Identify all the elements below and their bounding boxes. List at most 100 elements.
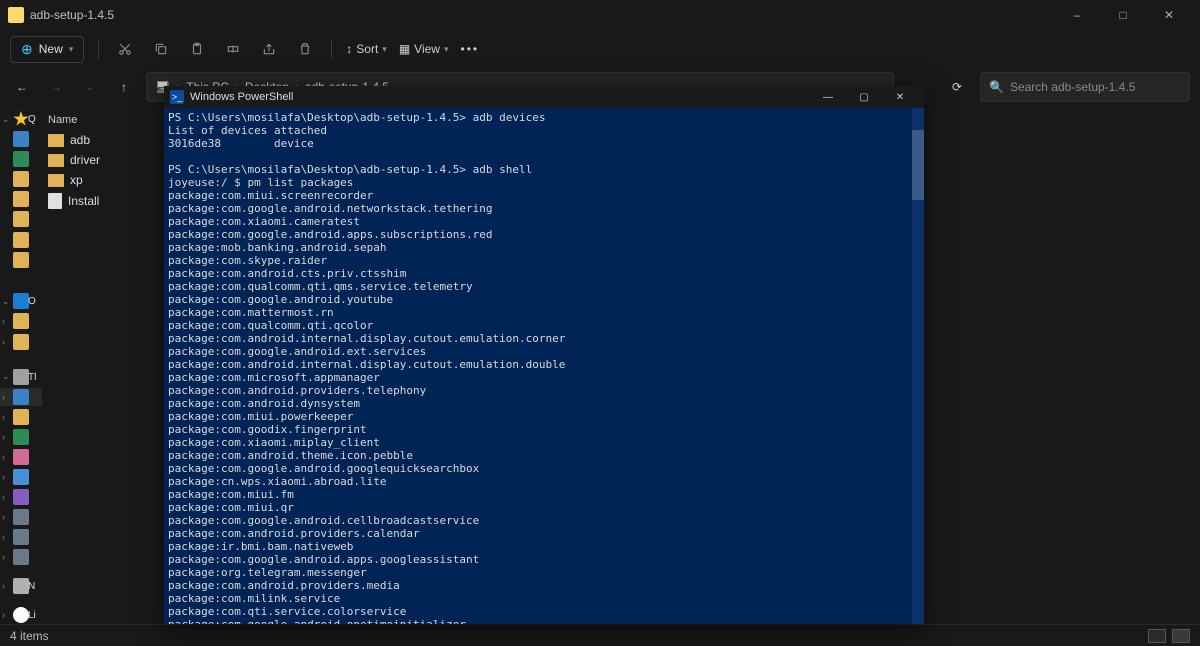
forward-button[interactable]: → [44,75,68,99]
share-button[interactable] [257,37,281,61]
minimize-button[interactable]: – [1054,0,1100,30]
ps-close-button[interactable]: ✕ [882,86,918,108]
terminal-text: PS C:\Users\mosilafa\Desktop\adb-setup-1… [168,111,920,624]
sidebar-item[interactable]: › [0,468,42,486]
refresh-button[interactable]: ⟳ [942,72,972,102]
view-icon: ▦ [399,42,410,56]
view-button[interactable]: ▦ View ▾ [399,42,449,56]
terminal-output[interactable]: PS C:\Users\mosilafa\Desktop\adb-setup-1… [164,108,924,624]
chevron-down-icon: ⌄ [2,371,10,382]
sidebar-item-drive[interactable]: › [0,528,42,546]
folder-icon [13,171,29,187]
divider [98,39,99,59]
close-button[interactable]: ✕ [1146,0,1192,30]
onedrive-section[interactable]: ⌄O [0,292,42,310]
rename-button[interactable] [221,37,245,61]
window-titlebar: adb-setup-1.4.5 – □ ✕ [0,0,1200,30]
cloud-icon [13,293,29,309]
chevron-right-icon: › [2,532,5,542]
chevron-right-icon: › [2,432,5,442]
back-button[interactable]: ← [10,75,34,99]
chevron-right-icon: › [2,316,5,326]
sidebar-item-folder[interactable]: › [0,333,42,351]
folder-icon [13,313,29,329]
item-count: 4 items [10,629,49,643]
drive-icon [13,509,29,525]
folder-icon [13,191,29,207]
sidebar-item[interactable]: › [0,388,42,406]
sidebar-item-folder[interactable] [0,170,42,188]
powershell-window: >_ Windows PowerShell — ▢ ✕ PS C:\Users\… [164,86,924,624]
quick-access[interactable]: ⌄Q [0,110,42,128]
sidebar-item[interactable]: › [0,448,42,466]
chevron-down-icon: ⌄ [2,114,10,125]
copy-button[interactable] [149,37,173,61]
new-button[interactable]: ⊕ New ▾ [10,36,84,63]
folder-item[interactable]: adb [42,130,164,150]
music-icon [13,449,29,465]
column-header-name[interactable]: Name [42,110,164,130]
paste-button[interactable] [185,37,209,61]
search-placeholder: Search adb-setup-1.4.5 [1010,80,1135,94]
item-label: Install [68,194,99,208]
chevron-down-icon: ▾ [382,44,387,55]
drive-icon [13,529,29,545]
linux-section[interactable]: ›Li [0,606,42,624]
recent-dropdown-icon[interactable]: ⌄ [78,75,102,99]
desktop-icon [13,131,29,147]
folder-item[interactable]: driver [42,150,164,170]
sidebar-item-desktop[interactable] [0,130,42,148]
chevron-right-icon: › [2,581,5,591]
sort-button[interactable]: ↕ Sort ▾ [346,42,387,56]
command-bar: ⊕ New ▾ ↕ Sort ▾ ▦ View ▾ ••• [0,30,1200,68]
sidebar-item-folder[interactable] [0,190,42,208]
chevron-down-icon: ⌄ [2,296,10,307]
sidebar-item-folder[interactable] [0,210,42,228]
cut-button[interactable] [113,37,137,61]
sidebar-item-drive[interactable]: › [0,508,42,526]
ps-minimize-button[interactable]: — [810,86,846,108]
sidebar-item-downloads[interactable] [0,150,42,168]
sidebar-item-folder[interactable] [0,230,42,248]
chevron-right-icon: › [2,337,5,347]
overflow-button[interactable]: ••• [461,42,480,56]
sidebar-item-folder[interactable]: › [0,312,42,330]
sidebar-item-folder[interactable] [0,251,42,269]
sidebar-item[interactable]: › [0,488,42,506]
ps-titlebar[interactable]: >_ Windows PowerShell — ▢ ✕ [164,86,924,108]
window-title: adb-setup-1.4.5 [30,8,1054,22]
scrollbar-thumb[interactable] [912,130,924,200]
network-icon [13,578,29,594]
chevron-right-icon: › [2,472,5,482]
chevron-right-icon: › [2,552,5,562]
download-icon [13,151,29,167]
folder-item[interactable]: xp [42,170,164,190]
search-icon: 🔍 [989,80,1004,94]
up-button[interactable]: ↑ [112,75,136,99]
content-area: >_ Windows PowerShell — ▢ ✕ PS C:\Users\… [164,106,1200,624]
details-view-button[interactable] [1148,629,1166,643]
desktop-icon [13,389,29,405]
sidebar-item[interactable]: › [0,408,42,426]
ps-title: Windows PowerShell [190,91,810,103]
chevron-down-icon: ▾ [444,44,449,55]
chevron-right-icon: › [2,392,5,402]
ps-maximize-button[interactable]: ▢ [846,86,882,108]
videos-icon [13,489,29,505]
sort-icon: ↕ [346,42,352,56]
sidebar-item-drive[interactable]: › [0,548,42,566]
pc-icon [13,369,29,385]
folder-icon [48,174,64,187]
file-icon [48,193,62,209]
search-input[interactable]: 🔍 Search adb-setup-1.4.5 [980,72,1190,102]
pictures-icon [13,469,29,485]
delete-button[interactable] [293,37,317,61]
file-item[interactable]: Install [42,190,164,212]
thispc-section[interactable]: ⌄Tl [0,368,42,386]
icons-view-button[interactable] [1172,629,1190,643]
folder-icon [13,252,29,268]
download-icon [13,429,29,445]
network-section[interactable]: ›N [0,577,42,595]
maximize-button[interactable]: □ [1100,0,1146,30]
sidebar-item[interactable]: › [0,428,42,446]
